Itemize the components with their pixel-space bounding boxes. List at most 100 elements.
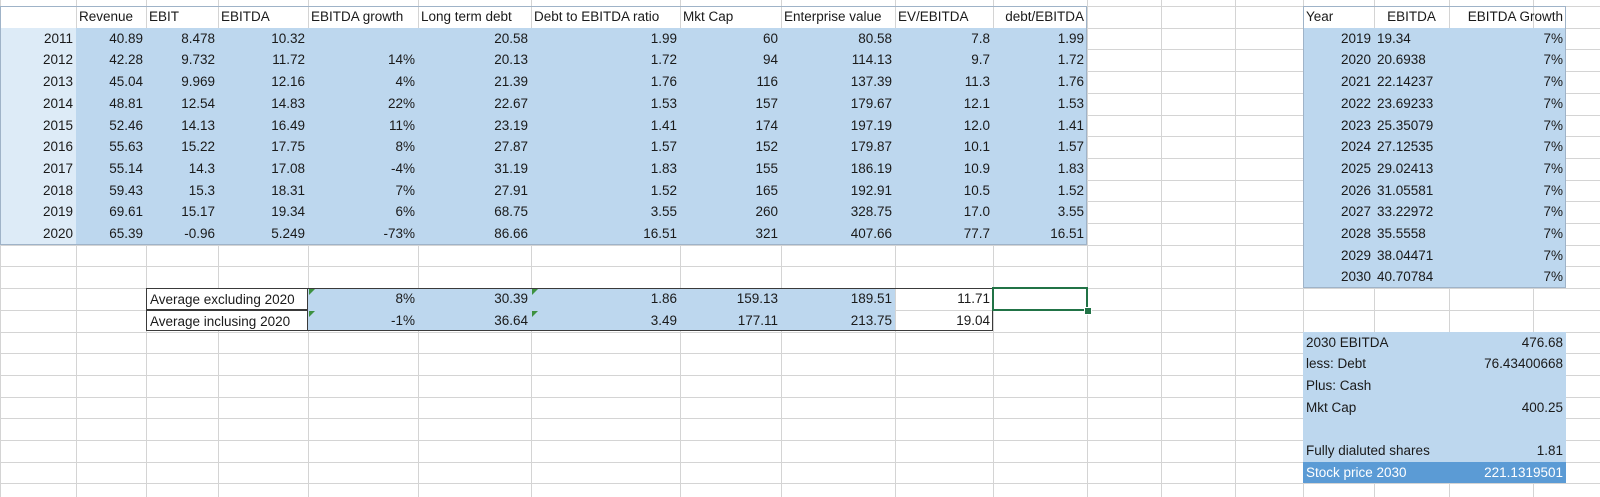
table-cell[interactable]: 23.19 [418, 115, 531, 137]
projection-header[interactable]: Year [1303, 6, 1374, 28]
table-cell[interactable]: -73% [308, 223, 418, 245]
valuation-label[interactable]: Mkt Cap [1303, 397, 1469, 419]
table-cell[interactable]: 27.91 [418, 180, 531, 202]
table-cell[interactable]: 1.52 [531, 180, 680, 202]
projection-cell[interactable]: 2021 [1303, 71, 1374, 93]
table-cell[interactable]: 27.87 [418, 136, 531, 158]
table-cell[interactable]: 21.39 [418, 71, 531, 93]
table-cell[interactable]: 186.19 [781, 158, 895, 180]
table-cell[interactable]: 65.39 [76, 223, 146, 245]
table-cell[interactable]: 4% [308, 71, 418, 93]
projection-cell[interactable]: 22.14237 [1374, 71, 1449, 93]
valuation-value[interactable]: 76.43400668 [1449, 353, 1566, 375]
table-cell[interactable]: 7% [308, 180, 418, 202]
projection-cell[interactable]: 2019 [1303, 28, 1374, 50]
table-cell[interactable]: 1.99 [531, 28, 680, 50]
valuation-value[interactable]: 1.81 [1449, 440, 1566, 462]
table-cell[interactable]: 5.249 [218, 223, 308, 245]
table-cell[interactable]: 116 [680, 71, 781, 93]
table-cell[interactable]: -4% [308, 158, 418, 180]
table-cell[interactable]: 3.55 [531, 201, 680, 223]
valuation-label[interactable]: less: Debt [1303, 353, 1469, 375]
projection-cell[interactable]: 7% [1449, 180, 1566, 202]
projection-cell[interactable]: 38.04471 [1374, 245, 1449, 267]
table-cell[interactable]: 48.81 [76, 93, 146, 115]
projection-cell[interactable]: 7% [1449, 266, 1566, 288]
valuation-label[interactable] [1303, 418, 1469, 440]
table-cell[interactable]: 31.19 [418, 158, 531, 180]
table-cell[interactable]: 69.61 [76, 201, 146, 223]
table-cell[interactable]: 10.32 [218, 28, 308, 50]
table-cell[interactable]: 10.1 [895, 136, 993, 158]
table-cell[interactable]: 328.75 [781, 201, 895, 223]
table-cell[interactable] [308, 28, 418, 50]
valuation-value[interactable] [1449, 418, 1566, 440]
valuation-label[interactable]: 2030 EBITDA [1303, 332, 1469, 354]
projection-cell[interactable]: 2020 [1303, 49, 1374, 71]
formula-warning-icon[interactable] [309, 310, 315, 317]
valuation-label[interactable]: Fully dialuted shares [1303, 440, 1469, 462]
projection-cell[interactable]: 25.35079 [1374, 115, 1449, 137]
projection-cell[interactable]: 2026 [1303, 180, 1374, 202]
table-cell[interactable]: 7.8 [895, 28, 993, 50]
projection-header[interactable]: EBITDA [1374, 6, 1449, 28]
projection-cell[interactable]: 31.05581 [1374, 180, 1449, 202]
table-cell[interactable]: 55.14 [76, 158, 146, 180]
table-cell[interactable]: 321 [680, 223, 781, 245]
table-cell[interactable]: 179.87 [781, 136, 895, 158]
table-cell[interactable]: 114.13 [781, 49, 895, 71]
projection-cell[interactable]: 7% [1449, 49, 1566, 71]
projection-cell[interactable]: 7% [1449, 223, 1566, 245]
projection-cell[interactable]: 2028 [1303, 223, 1374, 245]
fill-handle-icon[interactable] [1084, 306, 1092, 315]
table-cell[interactable]: 14.13 [146, 115, 218, 137]
year-cell[interactable]: 2019 [0, 201, 76, 223]
table-cell[interactable]: 77.7 [895, 223, 993, 245]
table-cell[interactable]: 1.83 [531, 158, 680, 180]
table-cell[interactable]: 1.57 [993, 136, 1087, 158]
table-cell[interactable]: 12.0 [895, 115, 993, 137]
table-cell[interactable]: 16.51 [531, 223, 680, 245]
projection-header[interactable]: EBITDA Growth [1449, 6, 1566, 28]
year-cell[interactable]: 2014 [0, 93, 76, 115]
table-cell[interactable]: 94 [680, 49, 781, 71]
projection-cell[interactable]: 7% [1449, 201, 1566, 223]
table-cell[interactable]: 16.51 [993, 223, 1087, 245]
table-cell[interactable]: 1.76 [531, 71, 680, 93]
table-cell[interactable]: 8.478 [146, 28, 218, 50]
table-cell[interactable]: 179.67 [781, 93, 895, 115]
table-cell[interactable]: 20.13 [418, 49, 531, 71]
table-cell[interactable]: 22% [308, 93, 418, 115]
table-cell[interactable]: 52.46 [76, 115, 146, 137]
table-cell[interactable]: 157 [680, 93, 781, 115]
table-cell[interactable]: 11.3 [895, 71, 993, 93]
table-cell[interactable]: 9.7 [895, 49, 993, 71]
valuation-label[interactable]: Stock price 2030 [1303, 462, 1469, 484]
table-cell[interactable]: 14% [308, 49, 418, 71]
table-cell[interactable]: 197.19 [781, 115, 895, 137]
table-cell[interactable]: 1.72 [993, 49, 1087, 71]
table-cell[interactable]: 12.1 [895, 93, 993, 115]
table-cell[interactable]: 17.75 [218, 136, 308, 158]
year-cell[interactable]: 2017 [0, 158, 76, 180]
projection-cell[interactable]: 40.70784 [1374, 266, 1449, 288]
year-cell[interactable]: 2012 [0, 49, 76, 71]
table-cell[interactable]: 19.34 [218, 201, 308, 223]
projection-cell[interactable]: 2022 [1303, 93, 1374, 115]
column-header[interactable]: debt/EBITDA [993, 6, 1087, 28]
valuation-label[interactable]: Plus: Cash [1303, 375, 1469, 397]
year-cell[interactable]: 2011 [0, 28, 76, 50]
table-cell[interactable]: 22.67 [418, 93, 531, 115]
formula-warning-icon[interactable] [532, 310, 538, 317]
projection-cell[interactable]: 7% [1449, 245, 1566, 267]
table-cell[interactable]: 42.28 [76, 49, 146, 71]
projection-cell[interactable]: 7% [1449, 93, 1566, 115]
selected-cell[interactable] [992, 287, 1088, 311]
table-cell[interactable]: 1.76 [993, 71, 1087, 93]
table-cell[interactable]: 1.41 [993, 115, 1087, 137]
projection-cell[interactable]: 35.5558 [1374, 223, 1449, 245]
year-cell[interactable]: 2020 [0, 223, 76, 245]
projection-cell[interactable]: 23.69233 [1374, 93, 1449, 115]
table-cell[interactable]: 3.55 [993, 201, 1087, 223]
projection-cell[interactable]: 7% [1449, 158, 1566, 180]
